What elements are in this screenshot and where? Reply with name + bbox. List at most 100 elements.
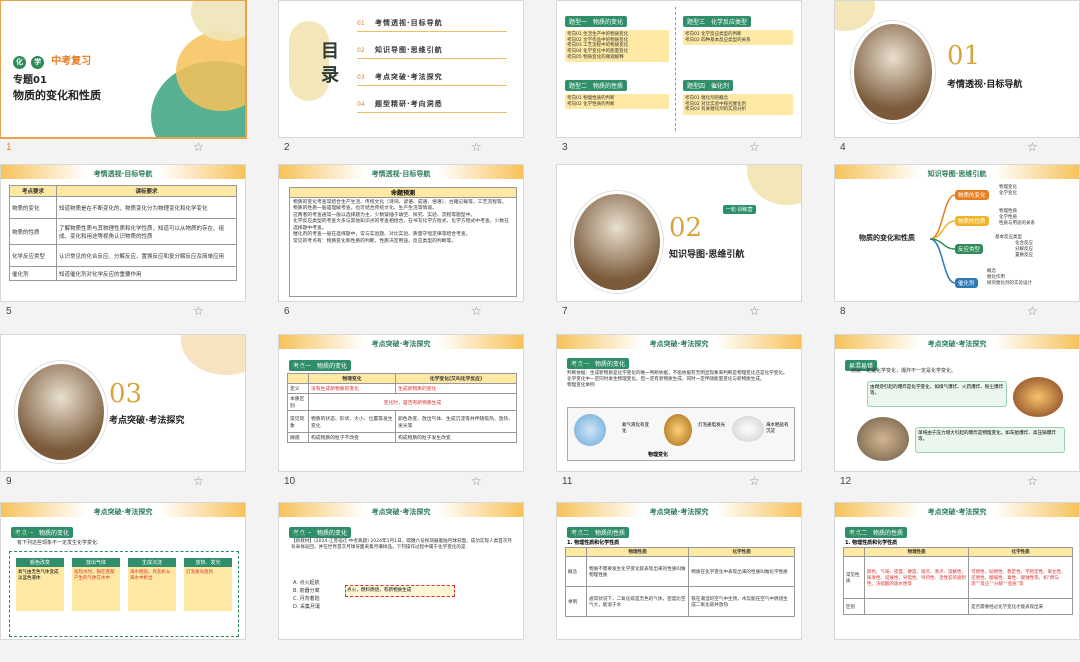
table-row: 物质的变化 知道物质是在不断变化的，物质变化分为物理变化和化学变化 [9,196,237,219]
table-cell [863,598,970,615]
slide-thumbnail-13[interactable]: 考点突破·考法探究 考点一 物质的变化 易混易错 有下列这些现象不一定发生化学变… [0,502,246,640]
table-header: 化学性质 [968,547,1073,557]
mindmap-leaves: 物理变化 化学变化 [999,185,1017,197]
slide-thumbnail-6[interactable]: 考情透视·目标导航 命题预测 物质的变化考查常结合生产生活、传统文化（诗词、谚语… [278,164,524,302]
divider [675,7,676,131]
topic-box-head: 题型四 催化剂 [683,80,734,91]
star-icon[interactable]: ☆ [471,304,482,318]
slide-thumbnail-15[interactable]: 考点突破·考法探究 考点二 物质的性质 知识梳理 1. 物理性质和化学性质 物理… [556,502,802,640]
topic-line: 考向02 四种基本反应类型的关系 [685,37,751,43]
slide-cell-6[interactable]: 考情透视·目标导航 命题预测 物质的变化考查常结合生产生活、传统文化（诗词、谚语… [278,164,554,324]
scientist-photo [571,191,663,293]
slide-cell-4[interactable]: 01 考情透视·目标导航 4 ☆ [834,0,1080,160]
table-cell: 铁在潮湿的空气中生锈，木炭能在空气中燃烧生成二氧化碳并放热 [688,586,795,617]
table-cell: 举例 [565,586,587,617]
table-cell: 物质在化学变化中表现出来的性质叫做化学性质 [688,556,795,587]
slide-thumbnail-11[interactable]: 考点突破·考法探究 考点一 物质的变化 知识梳理 判断依据：生成新物质是化学变化… [556,334,802,472]
slide-thumbnail-12[interactable]: 考点突破·考法探究 易混易错 燃烧一定是化学变化，爆炸不一定是化学变化。 由燃烧… [834,334,1080,472]
mindmap-branch: 物质的性质 [955,216,989,226]
star-icon[interactable]: ☆ [193,140,204,154]
star-icon[interactable]: ☆ [471,474,482,488]
star-icon[interactable]: ☆ [471,140,482,154]
slide-cell-11[interactable]: 考点突破·考法探究 考点一 物质的变化 知识梳理 判断依据：生成新物质是化学变化… [556,334,832,494]
slide-thumbnail-14[interactable]: 考点突破·考法探究 考点一 物质的变化 新材考查 【新教材】(2024·江苏宿迁… [278,502,524,640]
mindmap-leaf: 性质与用途的关系 [999,220,1035,226]
cards-container: 颜色改变 氧气由无色气体变成淡蓝色液体 放出气体 加热水时，锅在底部产生的气体在… [9,551,239,637]
option-b[interactable]: B. 箭器分离 [293,587,320,595]
slide-number: 5 [6,306,12,317]
toc-item[interactable]: 02 知识导图·思维引航 [357,42,507,59]
slide-thumbnail-3[interactable]: 题型一 物质的变化 考向01 生活生产中的物质变化 考向02 文学作品中的物质变… [556,0,802,138]
slide-thumbnail-7[interactable]: 一轮·训练营 02 知识导图·思维引航 [556,164,802,302]
slide-cell-14[interactable]: 考点突破·考法探究 考点一 物质的变化 新材考查 【新教材】(2024·江苏宿迁… [278,502,554,662]
slide-cell-5[interactable]: 考情透视·目标导航 考点要求 课标要求 物质的变化 知道物质是在不断变化的，物质… [0,164,276,324]
topic-box-body: 考向01 化学反应类型的判断 考向02 四种基本反应类型的关系 [683,30,793,46]
option-d[interactable]: D. 采集月壤 [293,603,320,611]
table-header: 课标要求 [56,185,237,197]
star-icon[interactable]: ☆ [1027,474,1038,488]
slide-cell-9[interactable]: 03 考点突破·考法探究 9 ☆ [0,334,276,494]
table-cell: 物质的性质 [9,218,57,245]
star-icon[interactable]: ☆ [749,304,760,318]
slide-cell-2[interactable]: 目 录 01 考情透视·目标导航 02 知识导图·思维引航 03 考点突破·考法… [278,0,554,160]
slide-cell-3[interactable]: 题型一 物质的变化 考向01 生活生产中的物质变化 考向02 文学作品中的物质变… [556,0,832,160]
pipes-image [857,417,909,461]
slide-thumbnail-9[interactable]: 03 考点突破·考法探究 [0,334,246,472]
subheading: 易混易错 [11,532,32,538]
slide-cell-8[interactable]: 知识导图·思维引航 物质的变化和性质 物质的变化 物理变化 化学变化 物质的性质… [834,164,1080,324]
slide-thumbnail-4[interactable]: 01 考情透视·目标导航 [834,0,1080,138]
toc-item-text: 考点突破·考法探究 [375,73,443,81]
toc-item[interactable]: 04 题型精研·考向洞悉 [357,96,507,113]
mindmap-leaves: 物理性质 化学性质 性质与用途的关系 [999,209,1035,227]
slide-number: 3 [562,142,568,153]
info-card: 放出气体 加热水时，锅在底部产生的气体在水中 [72,558,120,611]
slide-cell-13[interactable]: 考点突破·考法探究 考点一 物质的变化 易混易错 有下列这些现象不一定发生化学变… [0,502,276,662]
slide-cell-10[interactable]: 考点突破·考法探究 考点一 物质的变化 知识梳理 物理变化 化学变化(又叫化学反… [278,334,554,494]
topic-number: 专题01 [13,75,47,86]
star-icon[interactable]: ☆ [1027,140,1038,154]
slide-header: 考点突破·考法探究 [649,508,709,516]
slide-thumbnail-2[interactable]: 目 录 01 考情透视·目标导航 02 知识导图·思维引航 03 考点突破·考法… [278,0,524,138]
prediction-para: 常见的考点有：物质变化和性质的判断，性质决定用途，反应类型的判断等。 [293,238,457,244]
star-icon[interactable]: ☆ [1027,304,1038,318]
slide-thumbnail-10[interactable]: 考点突破·考法探究 考点一 物质的变化 知识梳理 物理变化 化学变化(又叫化学反… [278,334,524,472]
slide-cell-15[interactable]: 考点突破·考法探究 考点二 物质的性质 知识梳理 1. 物理性质和化学性质 物理… [556,502,832,662]
option-c[interactable]: C. 月背着陆 [293,595,320,603]
table-cell: 物质的变化 [9,196,57,219]
mindmap-leaf: 探究催化剂的实验设计 [987,280,1032,286]
section-number: 02 [669,213,703,243]
slide-cell-7[interactable]: 一轮·训练营 02 知识导图·思维引航 7 ☆ [556,164,832,324]
toc-item[interactable]: 01 考情透视·目标导航 [357,15,507,32]
slide-thumbnail-5[interactable]: 考情透视·目标导航 考点要求 课标要求 物质的变化 知道物质是在不断变化的，物质… [0,164,246,302]
topic-box-head: 题型二 物质的性质 [565,80,628,91]
star-icon[interactable]: ☆ [749,474,760,488]
fireworks-image [1013,377,1063,417]
topic-box: 题型二 物质的性质 考向01 物理性质的判断 考向02 化学性质的判断 [565,73,669,110]
table-row: 催化剂 知道催化剂对化学反应的重要作用 [9,266,237,281]
slide-thumbnail-8[interactable]: 知识导图·思维引航 物质的变化和性质 物质的变化 物理变化 化学变化 物质的性质… [834,164,1080,302]
table-cell: 知道物质是在不断变化的，物质变化分为物理变化和化学变化 [56,196,237,219]
star-icon[interactable]: ☆ [749,140,760,154]
callout-box: 由燃烧引起的爆炸是化学变化，如煤气爆炸、火药爆炸、粉尘爆炸等。 [867,381,1007,407]
table-cell: 知道催化剂对化学反应的重要作用 [56,266,237,281]
slide-header: 考点突破·考法探究 [927,340,987,348]
slide-thumbnail-16[interactable]: 考点突破·考法探究 考点二 物质的性质 知识梳理 1. 物理性质和化学性质 物理… [834,502,1080,640]
slide-cell-16[interactable]: 考点突破·考法探究 考点二 物质的性质 知识梳理 1. 物理性质和化学性质 物理… [834,502,1080,662]
option-a[interactable]: A. 点火起航 [293,579,320,587]
table-cell: 本质区别 [287,393,309,411]
topic-box-head: 题型三 化学反应类型 [683,16,752,27]
card-body: 氧气由无色气体变成淡蓝色液体 [16,567,64,611]
toc-item[interactable]: 03 考点突破·考法探究 [357,69,507,86]
slide-cell-1[interactable]: 化 学 中考复习 专题01 物质的变化和性质 1 ☆ [0,0,276,160]
slide-cell-12[interactable]: 考点突破·考法探究 易混易错 燃烧一定是化学变化，爆炸不一定是化学变化。 由燃烧… [834,334,1080,494]
table-row: 概念 物质不需要发生化学变化就表现出来的性质叫做物理性质 物质在化学变化中表现出… [565,556,795,587]
card-body: 海水晒盐，有盐析从海水中析出 [128,567,176,611]
slide-thumbnail-1[interactable]: 化 学 中考复习 专题01 物质的变化和性质 [0,0,247,139]
subheading: 知识梳理 [567,363,588,369]
star-icon[interactable]: ☆ [193,304,204,318]
note-text: 有下列这些现象不一定发生化学变化: [17,540,99,546]
table-cell: 是否需要经过化学变化才能表现出来 [968,598,1073,615]
star-icon[interactable]: ☆ [193,474,204,488]
scientist-photo [851,21,935,123]
table-cell: 物质不需要发生化学变化就表现出来的性质叫做物理性质 [585,556,690,587]
